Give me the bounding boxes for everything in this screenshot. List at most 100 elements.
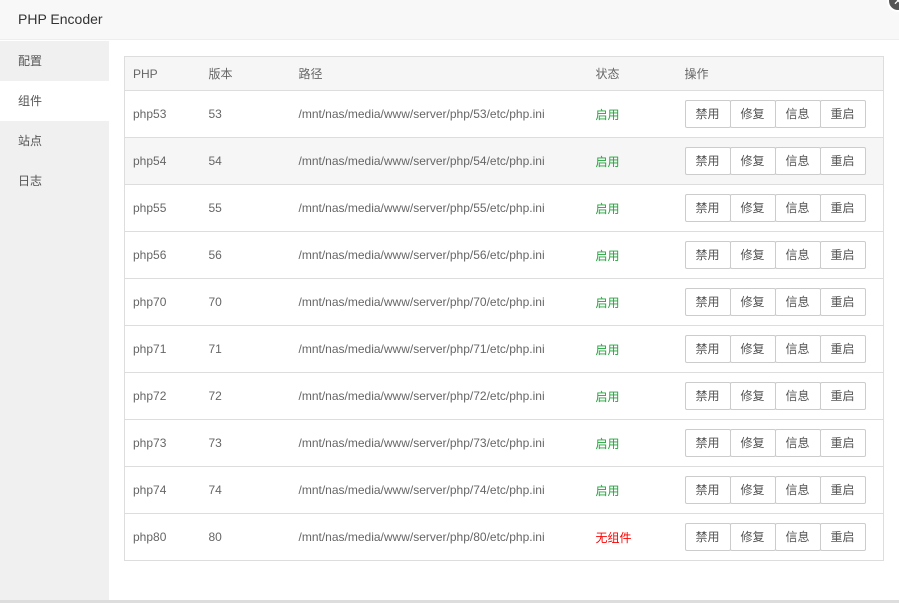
status-cell: 启用 <box>587 184 677 232</box>
version-cell: 73 <box>200 419 291 467</box>
version-cell: 54 <box>200 137 291 185</box>
col-header-php: PHP <box>124 56 201 91</box>
php-name-cell: php54 <box>124 137 201 185</box>
actions-cell: 禁用 修复 信息 重启 <box>676 90 884 138</box>
restart-button[interactable]: 重启 <box>819 523 866 551</box>
restart-button[interactable]: 重启 <box>819 382 866 410</box>
restart-button[interactable]: 重启 <box>819 100 866 128</box>
disable-button[interactable]: 禁用 <box>684 382 731 410</box>
disable-button[interactable]: 禁用 <box>684 147 731 175</box>
status-cell: 启用 <box>587 325 677 373</box>
restart-button[interactable]: 重启 <box>819 335 866 363</box>
sidebar-item-config[interactable]: 配置 <box>0 41 109 81</box>
repair-button[interactable]: 修复 <box>729 100 776 128</box>
status-cell: 无组件 <box>587 513 677 561</box>
col-header-status: 状态 <box>587 56 677 91</box>
php-name-cell: php72 <box>124 372 201 420</box>
table-row: php73 73/mnt/nas/media/www/server/php/73/… <box>124 419 884 467</box>
restart-button[interactable]: 重启 <box>819 288 866 316</box>
ini-path-cell: /mnt/nas/media/www/server/php/72/etc/php… <box>290 372 588 420</box>
info-button[interactable]: 信息 <box>774 100 821 128</box>
ini-path-cell: /mnt/nas/media/www/server/php/54/etc/php… <box>290 137 588 185</box>
php-name-cell: php74 <box>124 466 201 514</box>
info-button[interactable]: 信息 <box>774 382 821 410</box>
disable-button[interactable]: 禁用 <box>684 335 731 363</box>
version-cell: 56 <box>200 231 291 279</box>
php-name-cell: php71 <box>124 325 201 373</box>
repair-button[interactable]: 修复 <box>729 241 776 269</box>
table-row: php53 53/mnt/nas/media/www/server/php/53/… <box>124 90 884 138</box>
info-button[interactable]: 信息 <box>774 241 821 269</box>
status-cell: 启用 <box>587 90 677 138</box>
actions-cell: 禁用 修复 信息 重启 <box>676 278 884 326</box>
col-header-version: 版本 <box>200 56 291 91</box>
disable-button[interactable]: 禁用 <box>684 241 731 269</box>
ini-path-cell: /mnt/nas/media/www/server/php/71/etc/php… <box>290 325 588 373</box>
php-name-cell: php56 <box>124 231 201 279</box>
table-row: php74 74/mnt/nas/media/www/server/php/74/… <box>124 466 884 514</box>
sidebar: 配置 组件 站点 日志 <box>0 41 109 600</box>
info-button[interactable]: 信息 <box>774 429 821 457</box>
repair-button[interactable]: 修复 <box>729 429 776 457</box>
disable-button[interactable]: 禁用 <box>684 429 731 457</box>
status-cell: 启用 <box>587 137 677 185</box>
sidebar-item-logs[interactable]: 日志 <box>0 161 109 201</box>
php-versions-table: PHP 版本 路径 状态 操作 php53 53/mnt/nas/media/ww… <box>124 56 884 561</box>
disable-button[interactable]: 禁用 <box>684 476 731 504</box>
repair-button[interactable]: 修复 <box>729 476 776 504</box>
table-row: php72 72/mnt/nas/media/www/server/php/72/… <box>124 372 884 420</box>
info-button[interactable]: 信息 <box>774 335 821 363</box>
restart-button[interactable]: 重启 <box>819 429 866 457</box>
info-button[interactable]: 信息 <box>774 476 821 504</box>
php-name-cell: php53 <box>124 90 201 138</box>
actions-cell: 禁用 修复 信息 重启 <box>676 231 884 279</box>
info-button[interactable]: 信息 <box>774 194 821 222</box>
repair-button[interactable]: 修复 <box>729 147 776 175</box>
ini-path-cell: /mnt/nas/media/www/server/php/70/etc/php… <box>290 278 588 326</box>
version-cell: 74 <box>200 466 291 514</box>
sidebar-item-components[interactable]: 组件 <box>0 81 109 121</box>
php-name-cell: php80 <box>124 513 201 561</box>
disable-button[interactable]: 禁用 <box>684 523 731 551</box>
disable-button[interactable]: 禁用 <box>684 194 731 222</box>
ini-path-cell: /mnt/nas/media/www/server/php/55/etc/php… <box>290 184 588 232</box>
php-name-cell: php73 <box>124 419 201 467</box>
repair-button[interactable]: 修复 <box>729 523 776 551</box>
table-row: php56 56/mnt/nas/media/www/server/php/56/… <box>124 231 884 279</box>
actions-cell: 禁用 修复 信息 重启 <box>676 466 884 514</box>
repair-button[interactable]: 修复 <box>729 382 776 410</box>
info-button[interactable]: 信息 <box>774 523 821 551</box>
version-cell: 55 <box>200 184 291 232</box>
dialog-titlebar: PHP Encoder <box>0 0 899 40</box>
table-header-row: PHP 版本 路径 状态 操作 <box>124 56 884 91</box>
actions-cell: 禁用 修复 信息 重启 <box>676 513 884 561</box>
status-cell: 启用 <box>587 419 677 467</box>
php-encoder-dialog: PHP Encoder ✕ 配置 组件 站点 日志 PHP 版本 路径 状态 操… <box>0 0 899 603</box>
table-row: php55 55/mnt/nas/media/www/server/php/55/… <box>124 184 884 232</box>
restart-button[interactable]: 重启 <box>819 241 866 269</box>
info-button[interactable]: 信息 <box>774 288 821 316</box>
repair-button[interactable]: 修复 <box>729 194 776 222</box>
restart-button[interactable]: 重启 <box>819 147 866 175</box>
table-row: php54 54/mnt/nas/media/www/server/php/54/… <box>124 137 884 185</box>
restart-button[interactable]: 重启 <box>819 194 866 222</box>
php-name-cell: php55 <box>124 184 201 232</box>
version-cell: 80 <box>200 513 291 561</box>
version-cell: 72 <box>200 372 291 420</box>
sidebar-item-sites[interactable]: 站点 <box>0 121 109 161</box>
status-cell: 启用 <box>587 278 677 326</box>
disable-button[interactable]: 禁用 <box>684 288 731 316</box>
repair-button[interactable]: 修复 <box>729 288 776 316</box>
restart-button[interactable]: 重启 <box>819 476 866 504</box>
info-button[interactable]: 信息 <box>774 147 821 175</box>
col-header-path: 路径 <box>290 56 588 91</box>
disable-button[interactable]: 禁用 <box>684 100 731 128</box>
repair-button[interactable]: 修复 <box>729 335 776 363</box>
php-name-cell: php70 <box>124 278 201 326</box>
actions-cell: 禁用 修复 信息 重启 <box>676 184 884 232</box>
table-row: php71 71/mnt/nas/media/www/server/php/71/… <box>124 325 884 373</box>
status-cell: 启用 <box>587 466 677 514</box>
version-cell: 53 <box>200 90 291 138</box>
actions-cell: 禁用 修复 信息 重启 <box>676 372 884 420</box>
dialog-title: PHP Encoder <box>18 11 103 27</box>
